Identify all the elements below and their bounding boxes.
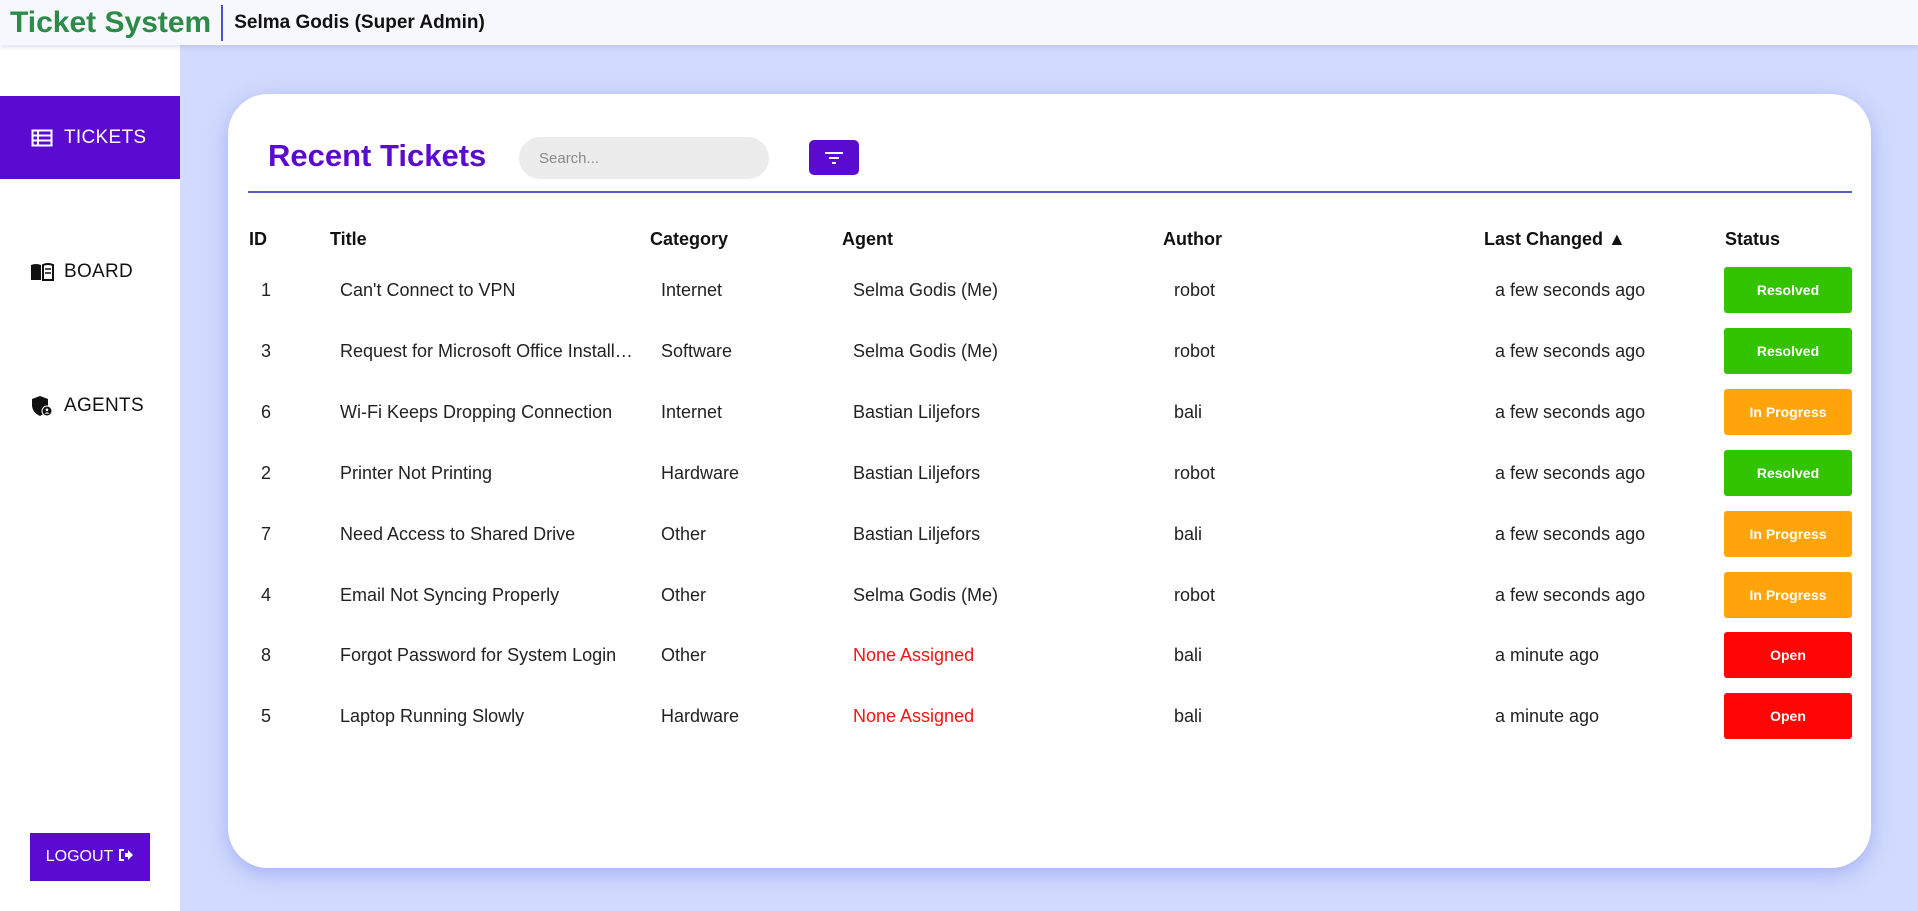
cell-id: 6 — [261, 402, 272, 422]
cell-last-changed: a few seconds ago — [1495, 402, 1646, 422]
shield-user-icon — [30, 394, 54, 418]
app-brand[interactable]: Ticket System — [10, 4, 224, 41]
sidebar-item-label: AGENTS — [64, 394, 144, 416]
table-row[interactable]: 8 Forgot Password for System Login Other… — [248, 632, 1852, 692]
cell-id: 8 — [261, 645, 272, 665]
filter-lines-icon — [824, 151, 844, 165]
cell-id: 7 — [261, 524, 272, 544]
table-row[interactable]: 1 Can't Connect to VPN Internet Selma Go… — [248, 267, 1852, 327]
cell-id: 2 — [261, 463, 272, 483]
cell-last-changed: a minute ago — [1495, 645, 1600, 665]
cell-title: Forgot Password for System Login — [340, 645, 617, 665]
column-header-last-changed[interactable]: Last Changed ▲ — [1484, 229, 1626, 250]
table-list-icon — [30, 126, 54, 150]
status-badge: In Progress — [1724, 389, 1852, 435]
cell-id: 4 — [261, 585, 272, 605]
column-header-title[interactable]: Title — [330, 229, 367, 250]
cell-last-changed: a few seconds ago — [1495, 585, 1646, 605]
cell-title: Wi-Fi Keeps Dropping Connection — [340, 402, 613, 422]
cell-agent: Selma Godis (Me) — [853, 585, 999, 605]
search-input[interactable] — [519, 137, 769, 179]
cell-title: Printer Not Printing — [340, 463, 493, 483]
status-badge: Resolved — [1724, 328, 1852, 374]
cell-category: Software — [661, 341, 733, 361]
cell-author: bali — [1174, 524, 1203, 544]
cell-category: Hardware — [661, 706, 740, 726]
cell-author: robot — [1174, 585, 1216, 605]
page-title: Recent Tickets — [268, 138, 487, 173]
cell-category: Internet — [661, 280, 723, 300]
book-open-icon — [30, 260, 54, 284]
cell-author: robot — [1174, 341, 1216, 361]
table-row[interactable]: 3 Request for Microsoft Office Installat… — [248, 328, 1852, 388]
logout-label: LOGOUT — [45, 848, 114, 865]
cell-category: Other — [661, 524, 707, 544]
cell-title: Email Not Syncing Properly — [340, 585, 560, 605]
cell-category: Other — [661, 645, 707, 665]
cell-agent: None Assigned — [853, 645, 975, 665]
column-header-agent[interactable]: Agent — [842, 229, 893, 250]
sidebar: TICKETS BOARD AGENTS LOGOUT — [0, 45, 180, 911]
cell-last-changed: a few seconds ago — [1495, 280, 1646, 300]
cell-agent: Selma Godis (Me) — [853, 341, 999, 361]
cell-category: Other — [661, 585, 707, 605]
cell-agent: Bastian Liljefors — [853, 463, 981, 483]
status-badge: Open — [1724, 632, 1852, 678]
header-divider — [248, 191, 1852, 193]
table-row[interactable]: 2 Printer Not Printing Hardware Bastian … — [248, 450, 1852, 510]
table-row[interactable]: 5 Laptop Running Slowly Hardware None As… — [248, 693, 1852, 753]
current-user: Selma Godis (Super Admin) — [234, 11, 485, 33]
cell-category: Internet — [661, 402, 723, 422]
tickets-card: Recent Tickets ID Title Category Agent A… — [228, 94, 1871, 868]
cell-id: 1 — [261, 280, 272, 300]
cell-author: bali — [1174, 645, 1203, 665]
cell-last-changed: a few seconds ago — [1495, 463, 1646, 483]
sidebar-item-label: TICKETS — [64, 126, 147, 148]
cell-author: robot — [1174, 463, 1216, 483]
cell-author: bali — [1174, 402, 1203, 422]
status-badge: Open — [1724, 693, 1852, 739]
cell-id: 5 — [261, 706, 272, 726]
status-badge: In Progress — [1724, 572, 1852, 618]
cell-title: Laptop Running Slowly — [340, 706, 525, 726]
column-header-status[interactable]: Status — [1725, 229, 1780, 250]
cell-title: Request for Microsoft Office Installatio… — [340, 341, 640, 361]
cell-title: Can't Connect to VPN — [340, 280, 516, 300]
sidebar-item-label: BOARD — [64, 260, 134, 282]
column-header-category[interactable]: Category — [650, 229, 728, 250]
cell-agent: Bastian Liljefors — [853, 524, 981, 544]
column-header-id[interactable]: ID — [249, 229, 267, 250]
top-bar: Ticket System Selma Godis (Super Admin) — [0, 0, 1918, 45]
cell-last-changed: a few seconds ago — [1495, 341, 1646, 361]
logout-button[interactable]: LOGOUT — [30, 833, 150, 881]
cell-author: robot — [1174, 280, 1216, 300]
table-row[interactable]: 7 Need Access to Shared Drive Other Bast… — [248, 511, 1852, 571]
status-badge: Resolved — [1724, 267, 1852, 313]
column-header-author[interactable]: Author — [1163, 229, 1222, 250]
table-row[interactable]: 6 Wi-Fi Keeps Dropping Connection Intern… — [248, 389, 1852, 449]
sign-out-icon — [118, 848, 134, 867]
cell-last-changed: a few seconds ago — [1495, 524, 1646, 544]
cell-agent: Bastian Liljefors — [853, 402, 981, 422]
status-badge: Resolved — [1724, 450, 1852, 496]
cell-title: Need Access to Shared Drive — [340, 524, 576, 544]
cell-author: bali — [1174, 706, 1203, 726]
cell-agent: Selma Godis (Me) — [853, 280, 999, 300]
filter-button[interactable] — [809, 140, 859, 175]
cell-id: 3 — [261, 341, 272, 361]
cell-category: Hardware — [661, 463, 740, 483]
cell-last-changed: a minute ago — [1495, 706, 1600, 726]
table-row[interactable]: 4 Email Not Syncing Properly Other Selma… — [248, 572, 1852, 632]
status-badge: In Progress — [1724, 511, 1852, 557]
sidebar-item-board[interactable]: BOARD — [0, 230, 180, 313]
sidebar-item-tickets[interactable]: TICKETS — [0, 96, 180, 179]
cell-agent: None Assigned — [853, 706, 975, 726]
sidebar-item-agents[interactable]: AGENTS — [0, 364, 180, 447]
